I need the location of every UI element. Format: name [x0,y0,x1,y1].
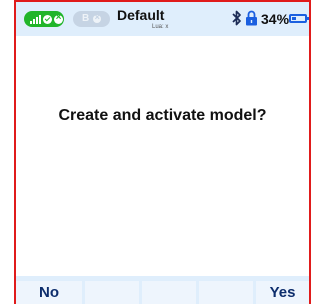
battery-icon [289,14,309,23]
cross-icon [54,12,63,24]
empty-softkey-3 [199,281,253,304]
model-name: Default [117,7,165,23]
battery-percent: 34% [261,11,290,27]
bluetooth-letter: B [82,13,90,24]
connection-status-pill[interactable] [24,11,64,27]
no-button[interactable]: No [16,281,82,304]
bluetooth-icon [232,10,241,26]
cross-icon [93,12,102,23]
lock-icon [246,10,257,26]
softkey-bar: No Yes [16,276,309,304]
radio-screen: B Default Lua: x 34% Create and activate… [14,0,311,304]
check-icon [43,14,52,24]
empty-softkey-1 [85,281,139,304]
status-bar: B Default Lua: x 34% [16,2,309,36]
yes-button[interactable]: Yes [256,281,309,304]
bluetooth-status-pill[interactable]: B [73,11,110,27]
dialog-prompt: Create and activate model? [58,107,267,124]
empty-softkey-2 [142,281,196,304]
model-subtitle: Lua: x [152,24,169,30]
battery-fill [292,17,296,20]
signal-icon [30,14,41,24]
